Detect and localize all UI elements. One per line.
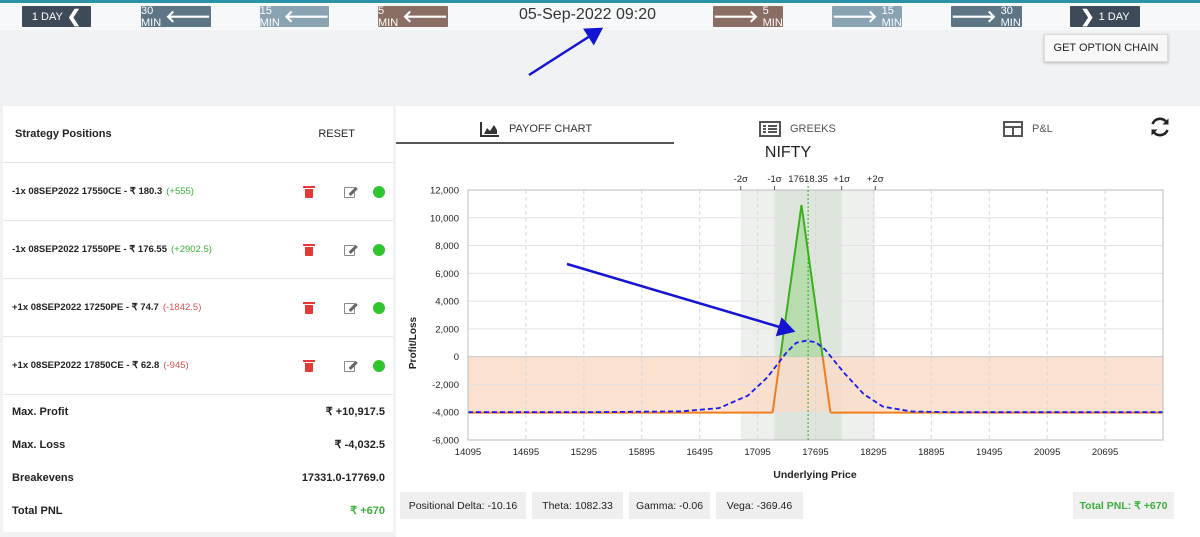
position-label: +1x 08SEP2022 17250PE - ₹ 74.7: [12, 302, 159, 313]
active-status-dot[interactable]: [373, 302, 385, 314]
edit-icon[interactable]: [344, 302, 358, 315]
positional-delta: Positional Delta: -10.16: [400, 492, 526, 519]
x-tick-label: 15295: [571, 447, 597, 458]
max-profit-value: ₹ +10,917.5: [325, 406, 385, 418]
strategy-panel: Strategy Positions RESET -1x 08SEP2022 1…: [3, 106, 393, 532]
max-loss-value: ₹ -4,032.5: [334, 439, 385, 451]
arrow-left-icon: 🡐: [402, 7, 448, 26]
sigma-label: +2σ: [867, 174, 884, 185]
total-pnl-badge: Total PNL: ₹ +670: [1073, 492, 1174, 519]
sigma-label: -2σ: [734, 174, 748, 185]
gamma-value: Gamma: -0.06: [629, 492, 710, 519]
strategy-header: Strategy Positions RESET: [3, 106, 393, 163]
forward-1-day-button[interactable]: ❯ 1 DAY: [1070, 6, 1140, 27]
back-30-min-button[interactable]: 30 MIN 🡐: [141, 5, 211, 29]
active-status-dot[interactable]: [373, 244, 385, 256]
position-label: -1x 08SEP2022 17550CE - ₹ 180.3: [12, 186, 163, 197]
breakevens-row: Breakevens 17331.0-17769.0: [12, 471, 385, 484]
y-tick-label: 8,000: [435, 241, 459, 252]
x-tick-label: 15895: [629, 447, 655, 458]
chart-title: NIFTY: [765, 144, 812, 161]
position-pnl: (-1842.5): [162, 302, 202, 313]
arrow-right-icon: 🡒: [832, 7, 878, 26]
forward-15-min-button[interactable]: 🡒 15 MIN: [832, 5, 902, 29]
position-pnl: (+555): [166, 186, 194, 197]
x-tick-label: 19495: [976, 447, 1002, 458]
max-profit-row: Max. Profit ₹ +10,917.5: [12, 405, 385, 419]
time-navigation-bar: 1 DAY ❮ 30 MIN 🡐 15 MIN 🡐 5 MIN 🡐 05-Sep…: [0, 3, 1200, 30]
arrow-left-icon: 🡐: [283, 7, 330, 26]
vega-value: Vega: -369.46: [716, 492, 803, 519]
position-label: -1x 08SEP2022 17550PE - ₹ 176.55: [12, 244, 167, 255]
back-5-min-button[interactable]: 5 MIN 🡐: [378, 5, 448, 29]
y-tick-label: 10,000: [430, 213, 459, 224]
x-tick-label: 18295: [860, 447, 886, 458]
annotation-arrow: [528, 27, 604, 77]
spot-price-label: 17618.35: [788, 174, 828, 185]
position-row: +1x 08SEP2022 17850CE - ₹ 62.8 (-945): [3, 337, 393, 395]
x-tick-label: 17695: [802, 447, 828, 458]
y-tick-label: 4,000: [435, 297, 459, 308]
y-tick-label: 6,000: [435, 269, 459, 280]
arrow-left-icon: 🡐: [165, 7, 211, 26]
edit-icon[interactable]: [344, 360, 358, 373]
forward-5-min-button[interactable]: 🡒 5 MIN: [713, 5, 783, 29]
active-status-dot[interactable]: [373, 360, 385, 372]
arrow-right-icon: 🡒: [713, 7, 759, 26]
y-axis-label: Profit/Loss: [408, 316, 419, 369]
payoff-chart: NIFTY 12,000 10,000 8,000 6,000 4,000 2,000 0 -…: [408, 144, 1164, 481]
current-datetime: 05-Sep-2022 09:20: [519, 6, 656, 23]
x-axis-label: Underlying Price: [773, 469, 857, 481]
y-tick-label: 0: [454, 352, 459, 363]
position-row: +1x 08SEP2022 17250PE - ₹ 74.7 (-1842.5): [3, 279, 393, 337]
x-tick-label: 20695: [1092, 447, 1118, 458]
forward-30-min-button[interactable]: 🡒 30 MIN: [951, 5, 1022, 29]
x-tick-label: 17095: [744, 447, 770, 458]
back-1-day-button[interactable]: 1 DAY ❮: [22, 6, 91, 27]
total-pnl-row: Total PNL ₹ +670: [12, 504, 385, 518]
y-tick-label: 2,000: [435, 324, 459, 335]
x-tick-label: 14695: [513, 447, 539, 458]
sigma-label: -1σ: [767, 174, 781, 185]
position-row: -1x 08SEP2022 17550CE - ₹ 180.3 (+555): [3, 163, 393, 221]
theta-value: Theta: 1082.33: [532, 492, 623, 519]
position-label: +1x 08SEP2022 17850CE - ₹ 62.8: [12, 360, 160, 371]
breakevens-value: 17331.0-17769.0: [301, 471, 385, 484]
position-pnl: (+2902.5): [171, 244, 212, 255]
sigma-label: +1σ: [833, 174, 850, 185]
x-tick-label: 16495: [686, 447, 712, 458]
trash-icon[interactable]: [303, 186, 315, 198]
arrow-right-icon: 🡒: [951, 7, 997, 26]
edit-icon[interactable]: [344, 244, 358, 257]
trash-icon[interactable]: [303, 244, 315, 256]
y-tick-label: -6,000: [432, 436, 459, 447]
chevron-right-icon: ❯: [1080, 7, 1095, 26]
position-pnl: (-945): [163, 360, 189, 371]
x-tick-label: 20095: [1034, 447, 1060, 458]
x-tick-label: 18895: [918, 447, 944, 458]
y-tick-label: -4,000: [432, 408, 459, 419]
strategy-title: Strategy Positions: [15, 128, 112, 140]
max-loss-row: Max. Loss ₹ -4,032.5: [12, 438, 385, 452]
trash-icon[interactable]: [303, 302, 315, 314]
back-15-min-button[interactable]: 15 MIN 🡐: [260, 5, 330, 29]
get-option-chain-button[interactable]: GET OPTION CHAIN: [1044, 34, 1168, 62]
active-status-dot[interactable]: [373, 186, 385, 198]
chart-panel: PAYOFF CHART GREEKS P&L NIFTY 12,000 10,0…: [396, 106, 1200, 537]
total-pnl-value: ₹ +670: [350, 505, 385, 517]
y-tick-label: 12,000: [430, 186, 459, 197]
edit-icon[interactable]: [344, 186, 358, 199]
y-tick-label: -2,000: [432, 380, 459, 391]
position-row: -1x 08SEP2022 17550PE - ₹ 176.55 (+2902.…: [3, 221, 393, 279]
x-tick-label: 14095: [455, 447, 481, 458]
trash-icon[interactable]: [303, 360, 315, 372]
reset-button[interactable]: RESET: [318, 128, 355, 140]
chevron-left-icon: ❮: [66, 7, 82, 26]
